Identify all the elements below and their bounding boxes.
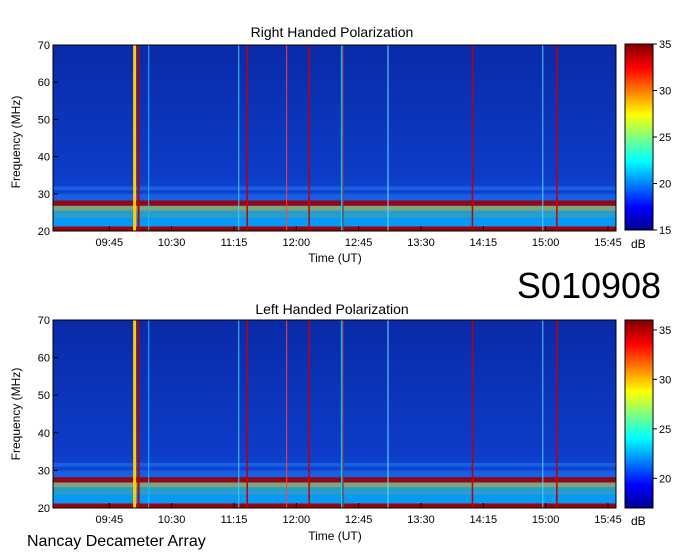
colorbar-tick-label: 20	[659, 473, 671, 485]
rfi-band	[53, 193, 616, 201]
panel-left-polarization: Left Handed Polarization 20 30 40 50 60 70 09…	[9, 301, 671, 543]
colorbar-scale	[624, 43, 654, 231]
y-tick-label: 60	[38, 353, 50, 365]
x-tick-label: 11:15	[221, 514, 248, 526]
station-id: S010908	[517, 265, 661, 306]
y-tick-label: 20	[38, 226, 50, 238]
panel-right-polarization: Right Handed Polarization 20 30 40 50 60 70 0…	[9, 24, 671, 265]
y-tick-label: 60	[38, 77, 50, 89]
panel-title: Right Handed Polarization	[251, 24, 414, 40]
rfi-band	[53, 200, 616, 206]
y-tick-label: 30	[38, 189, 50, 201]
spectrogram-figure: Right Handed Polarization 20 30 40 50 60 70 0…	[9, 24, 671, 550]
colorbar-tick-label: 25	[659, 424, 671, 436]
x-tick-label: 12:00	[283, 237, 311, 249]
x-tick-label: 15:45	[594, 237, 622, 249]
panel-title: Left Handed Polarization	[255, 301, 408, 317]
colorbar-unit: dB	[631, 237, 646, 251]
rfi-band	[53, 487, 616, 495]
rfi-band	[53, 217, 616, 227]
y-tick-label: 50	[38, 390, 50, 402]
rfi-band	[53, 477, 616, 483]
y-tick-label: 40	[38, 428, 50, 440]
colorbar: 15 20 25 30 35 dB	[624, 39, 671, 251]
y-tick-label: 70	[38, 315, 50, 327]
x-tick-label: 10:30	[158, 514, 186, 526]
x-tick-label: 10:30	[158, 237, 186, 249]
x-tick-label: 15:45	[594, 514, 622, 526]
rfi-band	[53, 503, 616, 508]
colorbar-tick-label: 35	[659, 325, 671, 337]
rfi-band	[53, 494, 616, 504]
x-tick-label: 12:00	[283, 514, 311, 526]
colorbar-tick-label: 25	[659, 132, 671, 144]
x-tick-label: 13:30	[407, 514, 435, 526]
y-tick-label: 30	[38, 465, 50, 477]
footer-label: Nancay Decameter Array	[27, 533, 206, 550]
x-tick-label: 11:15	[221, 237, 248, 249]
rfi-band	[53, 482, 616, 488]
x-tick-label: 12:45	[345, 514, 373, 526]
x-tick-label: 12:45	[345, 237, 373, 249]
rfi-band	[53, 462, 616, 467]
y-axis-label: Frequency (MHz)	[9, 368, 23, 461]
colorbar-ticks: 15 20 25 30 35	[653, 39, 671, 237]
colorbar-tick-label: 35	[659, 39, 671, 51]
colorbar-tick-label: 30	[659, 374, 671, 386]
rfi-band	[53, 470, 616, 478]
colorbar-tick-label: 20	[659, 179, 671, 191]
y-tick-label: 20	[38, 503, 50, 515]
colorbar-tick-label: 30	[659, 86, 671, 98]
colorbar-unit: dB	[631, 514, 646, 528]
x-tick-label: 13:30	[407, 237, 435, 249]
x-tick-label: 15:00	[532, 237, 560, 249]
spectrogram-area	[52, 44, 617, 232]
rfi-band	[53, 205, 616, 211]
x-axis-label: Time (UT)	[308, 251, 362, 265]
colorbar-tick-label: 15	[659, 225, 671, 237]
colorbar: 20 25 30 35 dB	[624, 319, 671, 528]
x-tick-label: 09:45	[96, 514, 124, 526]
rfi-band	[53, 186, 616, 191]
x-tick-label: 09:45	[96, 237, 124, 249]
y-axis-label: Frequency (MHz)	[9, 96, 23, 189]
x-tick-label: 15:00	[532, 514, 560, 526]
rfi-band	[53, 210, 616, 218]
colorbar-ticks: 20 25 30 35	[653, 325, 671, 485]
spectrogram-area	[52, 319, 617, 509]
rfi-band	[53, 226, 616, 231]
y-tick-label: 70	[38, 40, 50, 52]
colorbar-scale	[624, 319, 654, 509]
y-tick-label: 40	[38, 152, 50, 164]
y-tick-label: 50	[38, 114, 50, 126]
x-axis-label: Time (UT)	[308, 529, 362, 543]
x-tick-label: 14:15	[470, 237, 498, 249]
x-tick-label: 14:15	[470, 514, 498, 526]
